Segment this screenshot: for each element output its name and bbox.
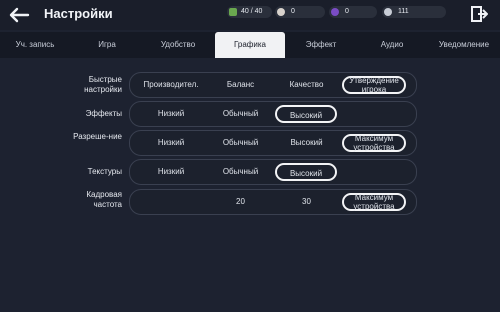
crystal-icon <box>331 8 339 16</box>
resolution-option-low[interactable]: Низкий <box>136 134 206 152</box>
currency-b-value: 0 <box>345 8 349 15</box>
effects-option-high[interactable]: Высокий <box>275 105 337 123</box>
tab-audio[interactable]: Аудио <box>357 32 427 58</box>
stamina-icon <box>229 8 237 16</box>
back-arrow-icon[interactable] <box>8 6 30 24</box>
tab-graphics[interactable]: Графика <box>215 32 285 58</box>
tab-account[interactable]: Уч. запись <box>0 32 70 58</box>
framerate-option-20[interactable]: 20 <box>208 193 273 211</box>
quick-option-balance[interactable]: Баланс <box>208 76 273 94</box>
effects-option-normal[interactable]: Обычный <box>208 105 273 123</box>
currency-b-counter: 0 <box>329 6 377 18</box>
framerate-label: Кадровая частота <box>86 190 122 209</box>
stamina-counter: 40 / 40 <box>227 6 272 18</box>
pearl-icon <box>384 8 392 16</box>
quick-settings-selector: Производител. Баланс Качество Утверждени… <box>129 72 417 98</box>
resolution-option-device-max[interactable]: Максимум устройства <box>342 134 406 152</box>
resolution-option-high[interactable]: Высокий <box>274 134 339 152</box>
quick-option-player-approved[interactable]: Утверждение игрока <box>342 76 406 94</box>
top-bar: Настройки 40 / 40 0 0 111 <box>0 0 500 30</box>
tab-notifications[interactable]: Уведомление <box>428 32 500 58</box>
framerate-option-30[interactable]: 30 <box>274 193 339 211</box>
textures-label: Текстуры <box>87 167 122 176</box>
effects-selector: Низкий Обычный Высокий <box>129 101 417 127</box>
currency-a-value: 0 <box>291 8 295 15</box>
tab-bar: Уч. запись Игра Удобство Графика Эффект … <box>0 32 500 58</box>
tab-convenience[interactable]: Удобство <box>143 32 213 58</box>
quick-option-performance[interactable]: Производител. <box>136 76 206 94</box>
effects-label: Эффекты <box>85 109 122 118</box>
effects-option-low[interactable]: Низкий <box>136 105 206 123</box>
tab-effect[interactable]: Эффект <box>286 32 356 58</box>
resolution-label: Разреше-ние <box>73 132 122 141</box>
framerate-option-device-max[interactable]: Максимум устройства <box>342 193 406 211</box>
textures-option-high[interactable]: Высокий <box>275 163 337 181</box>
textures-option-low[interactable]: Низкий <box>136 163 206 181</box>
quick-option-quality[interactable]: Качество <box>274 76 339 94</box>
quick-settings-label: Быстрые настройки <box>84 75 122 94</box>
tab-game[interactable]: Игра <box>72 32 142 58</box>
resolution-selector: Низкий Обычный Высокий Максимум устройст… <box>129 130 417 156</box>
currency-a-counter: 0 <box>275 6 325 18</box>
textures-selector: Низкий Обычный Высокий <box>129 159 417 185</box>
framerate-selector: 20 30 Максимум устройства <box>129 189 417 215</box>
currency-c-value: 111 <box>398 8 409 15</box>
stamina-value: 40 / 40 <box>241 8 263 15</box>
textures-option-normal[interactable]: Обычный <box>208 163 273 181</box>
currency-c-counter: 111 <box>382 6 446 18</box>
coin-icon <box>277 8 285 16</box>
resolution-option-normal[interactable]: Обычный <box>208 134 273 152</box>
exit-icon[interactable] <box>470 5 488 23</box>
page-title: Настройки <box>44 6 113 21</box>
